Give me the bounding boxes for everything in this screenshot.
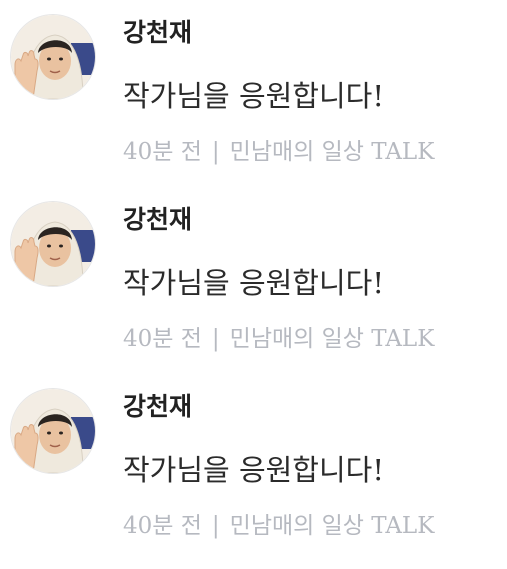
avatar-photo-icon — [11, 389, 95, 473]
comment-item: 강천재 작가님을 응원합니다! 40분 전 | 민남매의 일상 TALK — [0, 187, 507, 375]
comment-author[interactable]: 강천재 — [123, 20, 192, 45]
comment-source[interactable]: 민남매의 일상 TALK — [230, 326, 435, 352]
comment-source[interactable]: 민남매의 일상 TALK — [230, 513, 435, 539]
comment-text: 작가님을 응원합니다! — [123, 453, 384, 487]
comment-source[interactable]: 민남매의 일상 TALK — [230, 139, 435, 165]
avatar-photo-icon — [11, 202, 95, 286]
avatar[interactable] — [10, 201, 96, 287]
comment-meta: 40분 전 | 민남매의 일상 TALK — [123, 328, 434, 351]
comment-text: 작가님을 응원합니다! — [123, 266, 384, 300]
comment-text: 작가님을 응원합니다! — [123, 79, 384, 113]
meta-separator: | — [211, 139, 220, 165]
comment-item: 강천재 작가님을 응원합니다! 40분 전 | 민남매의 일상 TALK — [0, 374, 507, 562]
comment-meta: 40분 전 | 민남매의 일상 TALK — [123, 141, 434, 164]
comment-meta: 40분 전 | 민남매의 일상 TALK — [123, 515, 434, 538]
comment-author[interactable]: 강천재 — [123, 394, 192, 419]
meta-separator: | — [211, 513, 220, 539]
comment-time: 40분 전 — [123, 139, 202, 165]
comment-time: 40분 전 — [123, 326, 202, 352]
avatar-photo-icon — [11, 15, 95, 99]
comment-item: 강천재 작가님을 응원합니다! 40분 전 | 민남매의 일상 TALK — [0, 0, 507, 188]
avatar[interactable] — [10, 14, 96, 100]
avatar[interactable] — [10, 388, 96, 474]
comment-time: 40분 전 — [123, 513, 202, 539]
meta-separator: | — [211, 326, 220, 352]
comment-author[interactable]: 강천재 — [123, 207, 192, 232]
